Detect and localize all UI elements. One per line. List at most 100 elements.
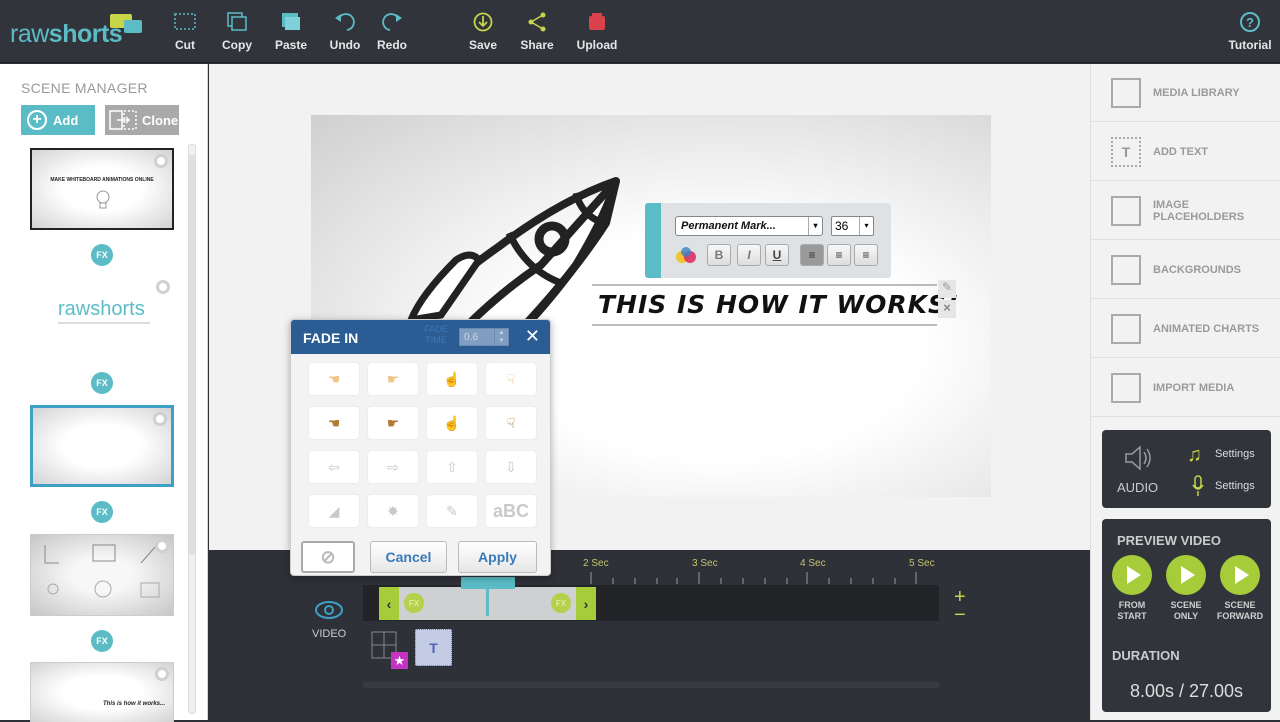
add-scene-button[interactable]: + Add xyxy=(21,105,95,135)
playhead-handle[interactable] xyxy=(461,577,515,589)
redo-button[interactable]: Redo xyxy=(364,12,420,52)
preview-from-start-button[interactable] xyxy=(1112,555,1152,595)
speaker-icon[interactable] xyxy=(1122,444,1154,472)
effect-hand2-slide-right[interactable]: ☛ xyxy=(368,407,418,439)
scene-thumbnail-1[interactable]: MAKE WHITEBOARD ANIMATIONS ONLINE xyxy=(30,148,174,230)
share-button[interactable]: Share xyxy=(509,12,565,52)
edit-pencil-icon[interactable]: ✎ xyxy=(938,280,956,298)
font-size-select[interactable]: 36 ▾ xyxy=(831,216,874,236)
media-library-button[interactable]: MEDIA LIBRARY xyxy=(1091,64,1280,122)
scene-gear-icon[interactable] xyxy=(156,280,170,294)
effect-hand-slide-down[interactable]: ☟ xyxy=(486,363,536,395)
timeline-scrollbar[interactable] xyxy=(363,682,939,688)
dialog-title: FADE IN xyxy=(303,330,359,346)
scene-gear-icon[interactable] xyxy=(155,667,169,681)
effect-abc-type[interactable]: aBC xyxy=(486,495,536,527)
animated-charts-button[interactable]: ANIMATED CHARTS xyxy=(1091,300,1280,358)
media-library-icon xyxy=(1111,77,1141,108)
effect-hand2-slide-left[interactable]: ☚ xyxy=(309,407,359,439)
effect-hand2-slide-down[interactable]: ☟ xyxy=(486,407,536,439)
underline-button[interactable]: U xyxy=(765,244,789,266)
scene-thumbnail-4[interactable] xyxy=(30,534,174,616)
scene-transition-fx-2[interactable]: FX xyxy=(91,372,113,394)
clip-fx-out-button[interactable]: FX xyxy=(551,593,571,613)
help-icon: ? xyxy=(1240,12,1260,32)
effect-hand2-slide-up[interactable]: ☝ xyxy=(427,407,477,439)
apply-button[interactable]: Apply xyxy=(458,541,537,573)
backgrounds-button[interactable]: BACKGROUNDS xyxy=(1091,241,1280,299)
copy-button[interactable]: Copy xyxy=(209,12,265,52)
music-note-icon[interactable]: ♫ xyxy=(1187,444,1202,467)
effect-hand-slide-left[interactable]: ☚ xyxy=(309,363,359,395)
clip-fx-in-button[interactable]: FX xyxy=(404,593,424,613)
image-placeholders-button[interactable]: IMAGE PLACEHOLDERS xyxy=(1091,182,1280,240)
svg-text:★: ★ xyxy=(394,654,406,669)
align-right-button[interactable]: ≡ xyxy=(854,244,878,266)
clone-scene-button[interactable]: Clone xyxy=(105,105,179,135)
image-placeholder-icon xyxy=(1111,195,1141,226)
play-forward-icon xyxy=(1235,566,1249,584)
scene-list-scrollbar[interactable] xyxy=(188,144,196,714)
music-settings-link[interactable]: Settings xyxy=(1215,448,1255,460)
effect-hand-slide-right[interactable]: ☛ xyxy=(368,363,418,395)
effect-arrow-down[interactable]: ⇩ xyxy=(486,451,536,483)
preview-scene-only-button[interactable] xyxy=(1166,555,1206,595)
scene-thumbnail-5[interactable]: This is how it works... xyxy=(30,662,174,722)
color-picker-icon[interactable] xyxy=(675,246,697,264)
top-toolbar: rawshorts Cut Copy Paste Undo Redo Save … xyxy=(0,0,1280,63)
align-left-icon: ≡ xyxy=(808,248,816,262)
paste-button[interactable]: Paste xyxy=(263,12,319,52)
microphone-icon[interactable] xyxy=(1191,475,1205,497)
text-layer-item[interactable]: T xyxy=(415,629,452,666)
scene-gear-icon[interactable] xyxy=(155,539,169,553)
effect-arrow-right[interactable]: ⇨ xyxy=(368,451,418,483)
upload-button[interactable]: Upload xyxy=(569,12,625,52)
scene-only-label: SCENE ONLY xyxy=(1170,600,1202,621)
cancel-button[interactable]: Cancel xyxy=(370,541,447,573)
canvas-text-element[interactable]: THIS IS HOW IT WORKS! xyxy=(592,284,958,326)
zoom-out-button[interactable]: − xyxy=(954,604,966,627)
playhead-line[interactable] xyxy=(486,589,489,616)
scene-gear-icon[interactable] xyxy=(154,154,168,168)
tutorial-button[interactable]: ? Tutorial xyxy=(1222,12,1278,52)
media-layer-icon[interactable]: ★ xyxy=(371,630,411,670)
close-icon[interactable]: ✕ xyxy=(525,326,540,347)
charts-icon xyxy=(1111,313,1141,344)
effect-wipe[interactable]: ◢ xyxy=(309,495,359,527)
effect-hand-slide-up[interactable]: ☝ xyxy=(427,363,477,395)
toolbar-drag-handle[interactable] xyxy=(645,203,661,278)
bold-button[interactable]: B xyxy=(707,244,731,266)
effect-burst[interactable]: ✸ xyxy=(368,495,418,527)
rawshorts-logo[interactable]: rawshorts xyxy=(10,14,142,49)
eye-visibility-icon[interactable] xyxy=(314,598,344,622)
scene-transition-fx-3[interactable]: FX xyxy=(91,501,113,523)
save-button[interactable]: Save xyxy=(455,12,511,52)
import-media-button[interactable]: IMPORT MEDIA xyxy=(1091,359,1280,417)
clip-trim-right-handle[interactable]: › xyxy=(576,587,596,620)
scene-thumbnail-3-selected[interactable] xyxy=(30,405,174,487)
add-text-button[interactable]: T ADD TEXT xyxy=(1091,123,1280,181)
cut-button[interactable]: Cut xyxy=(157,12,213,52)
delete-text-icon[interactable]: × xyxy=(938,300,956,318)
scene-gear-icon[interactable] xyxy=(153,412,167,426)
scene-transition-fx-4[interactable]: FX xyxy=(91,630,113,652)
align-center-button[interactable]: ≡ xyxy=(827,244,851,266)
preview-scene-forward-button[interactable] xyxy=(1220,555,1260,595)
no-effect-button[interactable]: ⊘ xyxy=(301,541,355,573)
effect-arrow-up[interactable]: ⇧ xyxy=(427,451,477,483)
redo-label: Redo xyxy=(377,38,407,52)
effect-pen-draw[interactable]: ✎ xyxy=(427,495,477,527)
align-left-button[interactable]: ≡ xyxy=(800,244,824,266)
fade-time-input[interactable]: 0.6 ▲ ▼ xyxy=(459,328,509,346)
scrollbar-thumb[interactable] xyxy=(189,155,195,555)
voice-settings-link[interactable]: Settings xyxy=(1215,480,1255,492)
scene-thumbnail-2[interactable]: rawshorts xyxy=(30,276,174,358)
font-family-select[interactable]: Permanent Mark... ▾ xyxy=(675,216,823,236)
fade-time-stepper[interactable]: ▲ ▼ xyxy=(494,329,508,345)
animated-charts-label: ANIMATED CHARTS xyxy=(1153,322,1260,335)
effect-arrow-left[interactable]: ⇦ xyxy=(309,451,359,483)
italic-button[interactable]: I xyxy=(737,244,761,266)
clone-icon xyxy=(109,110,137,130)
scene-transition-fx-1[interactable]: FX xyxy=(91,244,113,266)
clip-trim-left-handle[interactable]: ‹ xyxy=(379,587,399,620)
